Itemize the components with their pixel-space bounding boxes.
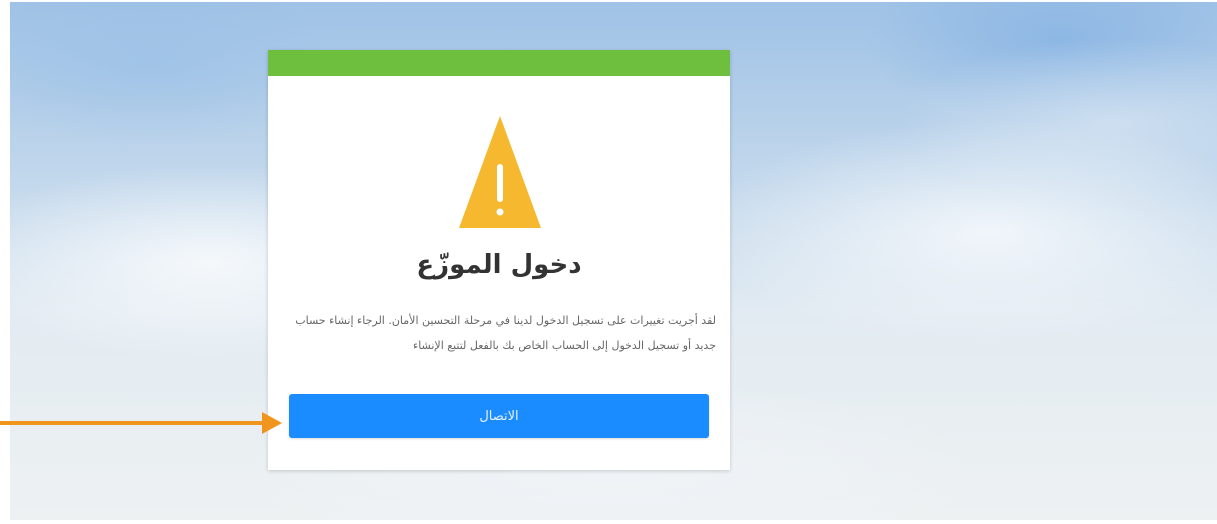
dialog-message: لقد أجريت تغييرات على تسجيل الدخول لدينا… (295, 314, 716, 352)
dialog-title: دخول الموزّع (416, 250, 582, 280)
arrow-right-icon (0, 412, 282, 434)
distributor-login-dialog: دخول الموزّع لقد أجريت تغييرات على تسجيل… (268, 50, 730, 470)
connect-button[interactable]: الاتصال (289, 394, 709, 438)
warning-triangle-icon (459, 116, 541, 228)
dialog-header-bar (268, 50, 730, 76)
screenshot-frame: دخول الموزّع لقد أجريت تغييرات على تسجيل… (0, 0, 1217, 524)
